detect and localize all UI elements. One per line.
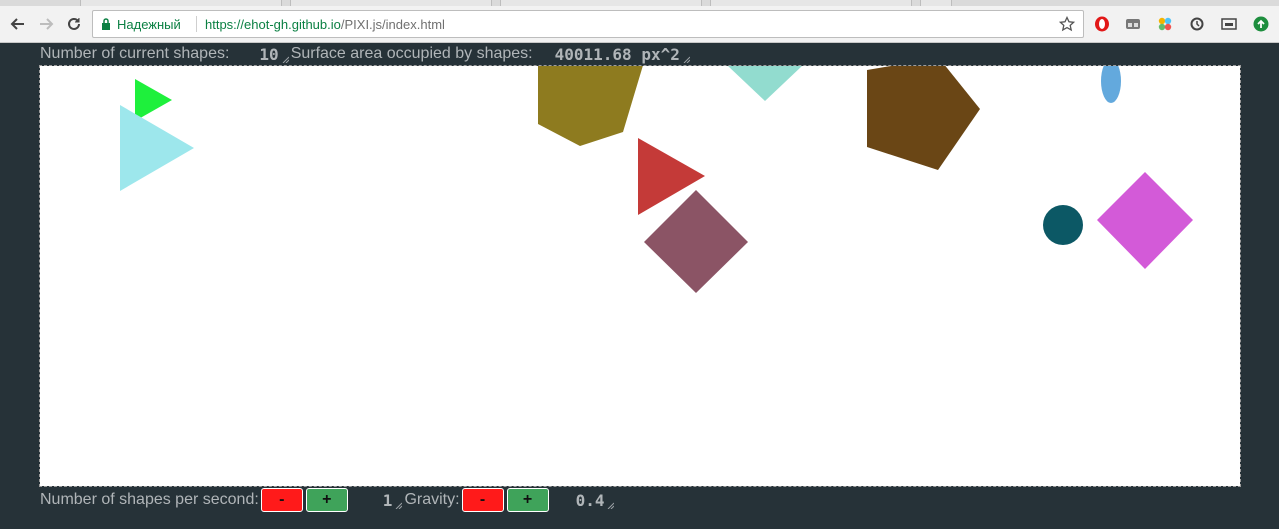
security-indicator[interactable]: Надежный [101, 11, 181, 37]
pentagon-shape[interactable] [867, 66, 980, 170]
star-icon [1059, 16, 1075, 32]
resize-grip-icon [396, 502, 403, 509]
sync-extension[interactable] [1188, 15, 1206, 33]
controls-bar: Number of shapes per second: - + 1 Gravi… [40, 488, 615, 512]
omnibox-divider [196, 16, 197, 32]
rate-decrease-button[interactable]: - [260, 488, 303, 512]
forward-button[interactable] [34, 12, 58, 36]
diamond-shape[interactable] [644, 190, 748, 293]
reader-extension[interactable] [1220, 15, 1238, 33]
pixi-canvas[interactable] [39, 65, 1241, 487]
secure-label: Надежный [117, 16, 181, 32]
gravity-label: Gravity: [404, 491, 460, 508]
sync-icon [1190, 17, 1204, 31]
stats-bar: Number of current shapes: 10 Surface are… [40, 42, 690, 66]
bookmark-button[interactable] [1057, 14, 1077, 34]
glasses-extension[interactable] [1124, 15, 1142, 33]
arrow-right-icon [40, 18, 54, 30]
triangle-shape[interactable] [135, 79, 172, 121]
shapes-count-value: 10 [259, 44, 279, 64]
opera-icon [1095, 16, 1109, 32]
url-host: https://ehot-gh.github.io [205, 16, 341, 32]
url-path: /PIXI.js/index.html [340, 16, 445, 32]
pinwheel-icon [1158, 17, 1172, 31]
gravity-increase-button[interactable]: + [506, 488, 549, 512]
address-bar[interactable]: Надежный https://ehot-gh.github.io/PIXI.… [92, 10, 1084, 38]
surface-area-value: 40011.68 px^2 [554, 44, 680, 64]
circle-shape[interactable] [1043, 205, 1083, 245]
triangle-shape[interactable] [728, 66, 802, 101]
gravity-value: 0.4 [575, 490, 605, 510]
glasses-icon [1126, 19, 1140, 29]
reader-icon [1221, 18, 1237, 30]
rate-value: 1 [382, 490, 393, 510]
browser-toolbar: Надежный https://ehot-gh.github.io/PIXI.… [0, 6, 1279, 43]
pentagon-shape[interactable] [538, 66, 644, 146]
arrow-left-icon [10, 18, 24, 30]
surface-area-label: Surface area occupied by shapes: [290, 45, 533, 62]
gravity-field: 0.4 [570, 491, 615, 510]
rate-increase-button[interactable]: + [305, 488, 348, 512]
reload-icon [68, 17, 80, 30]
surface-area-field: 40011.68 px^2 [549, 45, 690, 64]
opera-extension[interactable] [1093, 15, 1111, 33]
shapes-count-label: Number of current shapes: [40, 45, 230, 62]
gravity-decrease-button[interactable]: - [461, 488, 504, 512]
ellipse-shape[interactable] [1101, 66, 1121, 103]
resize-grip-icon [282, 56, 289, 63]
shapes-layer [120, 66, 1193, 293]
triangle-shape[interactable] [120, 105, 194, 191]
rate-label: Number of shapes per second: [40, 491, 259, 508]
url-text[interactable]: https://ehot-gh.github.io/PIXI.js/index.… [205, 11, 445, 37]
diamond-shape[interactable] [1097, 172, 1193, 269]
rate-field: 1 [377, 491, 403, 510]
upload-extension[interactable] [1252, 15, 1270, 33]
shapes-count-field: 10 [253, 44, 289, 64]
pinwheel-extension[interactable] [1156, 15, 1174, 33]
upload-icon [1253, 16, 1269, 32]
lock-icon [102, 18, 110, 30]
resize-grip-icon [683, 56, 690, 63]
resize-grip-icon [608, 502, 615, 509]
back-button[interactable] [6, 12, 30, 36]
reload-button[interactable] [62, 12, 86, 36]
